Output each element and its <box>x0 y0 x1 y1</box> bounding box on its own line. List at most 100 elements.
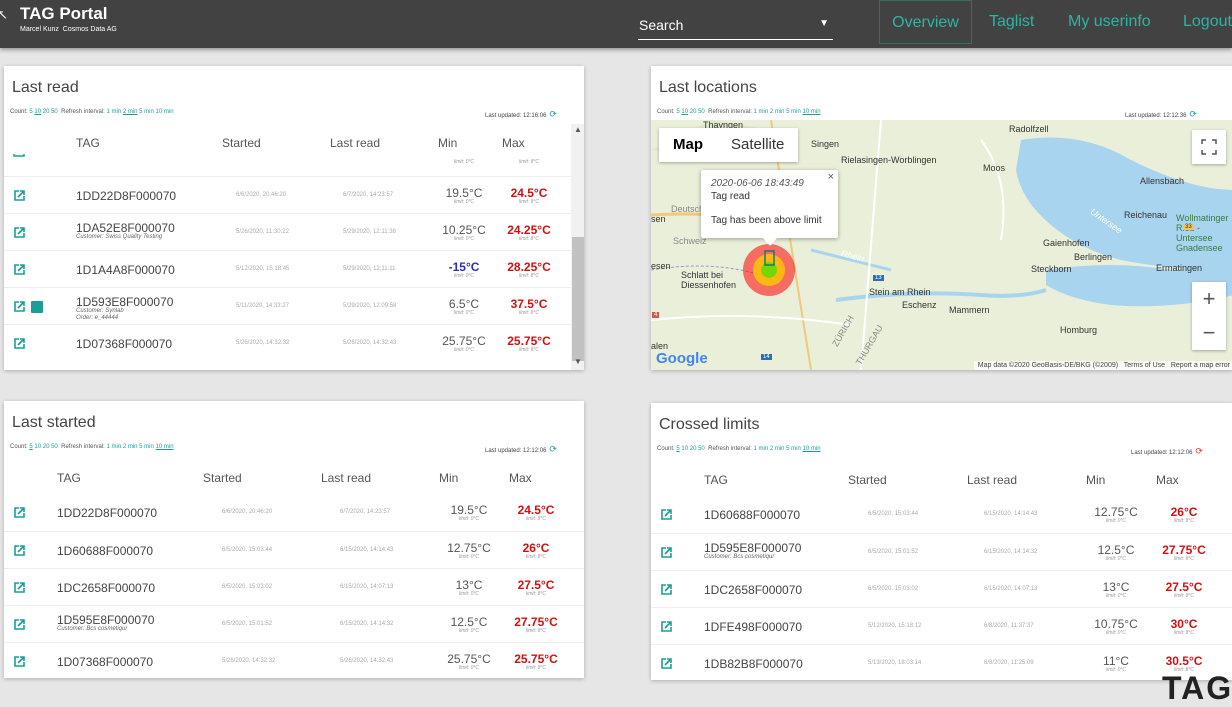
refresh-option-1min[interactable]: 1 min <box>106 444 121 450</box>
last-read-table-body: limit: 0°C limit: 8°C 1DD22D8F000070 6/6/… <box>4 154 571 370</box>
last-read-date: 6/15/2020, 14:07:13 <box>340 583 394 590</box>
table-row[interactable]: 1D1A4A8F000070 5/12/2020, 15:18:45 5/29/20… <box>4 250 571 288</box>
count-option-20[interactable]: 20 <box>43 444 50 450</box>
table-row[interactable]: 1D07368F000070 5/26/2020, 14:32:32 5/26/20… <box>4 642 584 678</box>
fullscreen-icon <box>1201 139 1217 155</box>
map-label: 13 <box>873 275 884 281</box>
count-option-10[interactable]: 10 <box>681 446 688 452</box>
table-row[interactable]: 1D07368F000070 5/26/2020, 14:32:32 5/26/20… <box>4 324 571 362</box>
last-read-date: 5/26/2020, 14:32:43 <box>343 339 397 346</box>
refresh-option-10min[interactable]: 10 min <box>156 444 174 450</box>
external-link-icon[interactable] <box>13 189 26 202</box>
table-row[interactable]: 1DD22D8F000070 6/6/2020, 20:46:20 6/7/2020… <box>4 176 571 214</box>
refresh-option-5min[interactable]: 5 min <box>139 444 154 450</box>
refresh-option-5min[interactable]: 5 min <box>786 109 801 115</box>
min-limit: limit: 0°C <box>1105 592 1127 599</box>
scroll-thumb[interactable] <box>572 237 584 361</box>
zoom-in-button[interactable]: + <box>1192 282 1226 316</box>
scroll-up-icon[interactable]: ▲ <box>573 125 583 134</box>
scroll-down-icon[interactable]: ▼ <box>573 357 583 366</box>
count-option-10[interactable]: 10 <box>34 109 41 115</box>
external-link-icon[interactable] <box>13 226 26 239</box>
table-row[interactable]: 1DC2658F000070 6/5/2020, 15:03:02 6/15/202… <box>4 568 584 606</box>
last-read-date: 5/29/2020, 12:11:38 <box>343 228 396 235</box>
external-link-icon[interactable] <box>13 337 26 350</box>
count-option-20[interactable]: 20 <box>690 109 697 115</box>
nav-overview[interactable]: Overview <box>879 0 972 44</box>
external-link-icon[interactable] <box>660 546 673 559</box>
refresh-option-2min[interactable]: 2 min <box>123 109 138 115</box>
image-icon[interactable] <box>31 300 43 313</box>
external-link-icon[interactable] <box>13 581 26 594</box>
refresh-option-10min[interactable]: 10 min <box>803 446 821 452</box>
nav-logout[interactable]: Logout <box>1183 0 1232 44</box>
count-option-5[interactable]: 5 <box>29 444 32 450</box>
refresh-option-2min[interactable]: 2 min <box>770 446 785 452</box>
refresh-option-10min[interactable]: 10 min <box>803 109 821 115</box>
external-link-icon[interactable] <box>13 506 26 519</box>
external-link-icon[interactable] <box>13 655 26 668</box>
refresh-icon[interactable]: ⟳ <box>549 109 557 119</box>
table-row[interactable]: 1D60688F000070 6/5/2020, 15:03:44 6/15/202… <box>4 531 584 569</box>
card-controls: Count: 5 10 20 50 Refresh interval: 1 mi… <box>10 444 174 450</box>
table-row[interactable]: 1DFE498F000070 5/12/2020, 15:18:12 6/8/202… <box>651 607 1232 645</box>
info-window-close-icon[interactable]: × <box>828 171 834 183</box>
count-option-5[interactable]: 5 <box>29 109 32 115</box>
count-option-50[interactable]: 50 <box>51 109 58 115</box>
table-row[interactable]: 1D593E8F000070 Customer: Synlab Order: e_4… <box>4 287 571 325</box>
map-type-satellite-button[interactable]: Satellite <box>717 128 798 162</box>
nav-my-userinfo[interactable]: My userinfo <box>1068 0 1151 44</box>
external-link-icon[interactable] <box>13 263 26 276</box>
report-map-error-link[interactable]: Report a map error <box>1171 362 1230 369</box>
external-link-icon[interactable] <box>660 508 673 521</box>
table-row[interactable]: 1DD22D8F000070 6/6/2020, 20:46:20 6/7/2020… <box>4 494 584 531</box>
external-link-icon[interactable] <box>13 300 26 313</box>
count-option-20[interactable]: 20 <box>690 446 697 452</box>
refresh-option-5min[interactable]: 5 min <box>786 446 801 452</box>
external-link-icon[interactable] <box>660 583 673 596</box>
count-option-5[interactable]: 5 <box>676 446 679 452</box>
zoom-out-button[interactable]: − <box>1192 316 1226 350</box>
map-view[interactable]: Thayngen Radolfzell Singen Rielasingen-W… <box>651 120 1232 370</box>
refresh-icon[interactable]: ⟳ <box>1195 446 1203 456</box>
table-row[interactable]: 1DC2658F000070 6/5/2020, 15:03:02 6/15/202… <box>651 570 1232 608</box>
count-option-50[interactable]: 50 <box>51 444 58 450</box>
table-row[interactable]: 1D595E8F000070 Customer: Bcs cosmetiqur 6/… <box>4 605 584 643</box>
table-row[interactable]: 1D595E8F000070 Customer: Bcs cosmetiqur 6/… <box>651 533 1232 571</box>
count-option-50[interactable]: 50 <box>698 109 705 115</box>
refresh-option-1min[interactable]: 1 min <box>753 109 768 115</box>
nav-taglist[interactable]: Taglist <box>989 0 1034 44</box>
refresh-option-2min[interactable]: 2 min <box>123 444 138 450</box>
table-row[interactable]: 1D60688F000070 6/5/2020, 15:03:44 6/15/202… <box>651 496 1232 533</box>
count-option-20[interactable]: 20 <box>43 109 50 115</box>
count-option-50[interactable]: 50 <box>698 446 705 452</box>
external-link-icon[interactable] <box>13 618 26 631</box>
fullscreen-button[interactable] <box>1192 130 1226 164</box>
refresh-option-1min[interactable]: 1 min <box>106 109 121 115</box>
refresh-option-2min[interactable]: 2 min <box>770 109 785 115</box>
table-row[interactable]: 1DA52E8F000070 Customer: Swiss Quality Te… <box>4 213 571 251</box>
min-limit: limit: 0°C <box>458 590 480 597</box>
refresh-icon[interactable]: ⟳ <box>1189 109 1197 119</box>
min-temp: 25.75°C <box>447 651 491 666</box>
count-option-10[interactable]: 10 <box>681 109 688 115</box>
refresh-option-5min[interactable]: 5 min <box>139 109 154 115</box>
min-limit: limit: 0°C <box>453 272 475 279</box>
refresh-icon[interactable]: ⟳ <box>549 444 557 454</box>
refresh-option-10min[interactable]: 10 min <box>156 109 174 115</box>
external-link-icon[interactable] <box>660 657 673 670</box>
count-option-10[interactable]: 10 <box>34 444 41 450</box>
last-read-date: 6/15/2020, 14:14:43 <box>984 510 1038 517</box>
external-link-icon[interactable] <box>13 544 26 557</box>
search-select[interactable]: Search ▼ <box>638 14 833 40</box>
count-option-5[interactable]: 5 <box>676 109 679 115</box>
scrollbar[interactable]: ▲ ▼ <box>571 124 584 370</box>
refresh-option-1min[interactable]: 1 min <box>753 446 768 452</box>
terms-of-use-link[interactable]: Terms of Use <box>1124 362 1165 369</box>
map-type-map-button[interactable]: Map <box>659 128 717 162</box>
external-link-icon[interactable] <box>660 620 673 633</box>
max-temp: 27.5°C <box>1165 579 1203 594</box>
back-arrow-icon[interactable]: ↖ <box>0 7 8 23</box>
external-link-icon[interactable] <box>13 154 25 158</box>
table-row[interactable]: 1DB82B8F000070 5/13/2020, 18:03:14 6/8/202… <box>651 644 1232 680</box>
